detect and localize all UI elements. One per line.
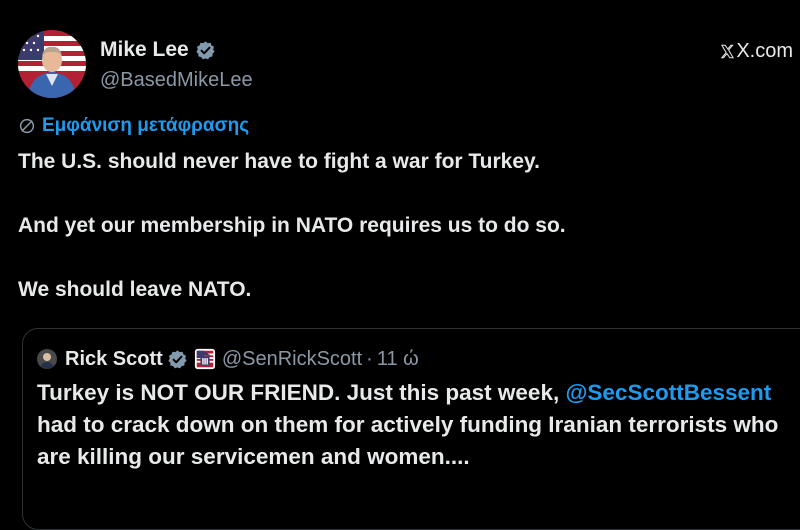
author-display-name[interactable]: Mike Lee [100, 38, 189, 62]
verified-badge-icon [196, 40, 215, 59]
quoted-verified-badge-icon [168, 349, 187, 368]
quoted-author-avatar[interactable] [37, 349, 57, 369]
x-logo-icon [721, 44, 735, 58]
author-handle[interactable]: @BasedMikeLee [100, 68, 253, 92]
tweet-paragraph-2: And yet our membership in NATO requires … [18, 214, 566, 237]
quoted-display-name[interactable]: Rick Scott [65, 347, 163, 371]
tweet-paragraph-1: The U.S. should never have to fight a wa… [18, 150, 540, 173]
quoted-text-before-mention: Turkey is NOT OUR FRIEND. Just this past… [37, 380, 566, 405]
mention-link[interactable]: @SecScottBessent [565, 380, 771, 405]
tweet-paragraph-3: We should leave NATO. [18, 278, 252, 301]
tweet-text: The U.S. should never have to fight a wa… [18, 146, 778, 338]
author-name-block: Mike Lee @BasedMikeLee [100, 38, 253, 92]
author-avatar[interactable] [18, 30, 86, 98]
quoted-timestamp[interactable]: 11 ώ [377, 347, 419, 371]
source-label: X.com [720, 39, 793, 63]
quoted-tweet-header: Rick Scott @SenRickScott · 11 ώ [37, 347, 419, 371]
government-affiliation-icon [194, 348, 215, 370]
show-translation-link[interactable]: Εμφάνιση μετάφρασης [42, 114, 249, 138]
quoted-separator: · [366, 348, 373, 370]
tweet-header: Mike Lee @BasedMikeLee X.com [18, 30, 793, 100]
quoted-tweet-card[interactable]: Rick Scott @SenRickScott · 11 ώ Turkey is … [22, 328, 800, 530]
translate-row[interactable]: Εμφάνιση μετάφρασης [18, 114, 249, 138]
quoted-text-after-mention: had to crack down on them for actively f… [37, 412, 779, 469]
quoted-handle[interactable]: @SenRickScott [222, 347, 362, 371]
source-text: X.com [736, 40, 793, 62]
translate-globe-icon [19, 118, 35, 134]
quoted-tweet-text: Turkey is NOT OUR FRIEND. Just this past… [37, 377, 797, 473]
